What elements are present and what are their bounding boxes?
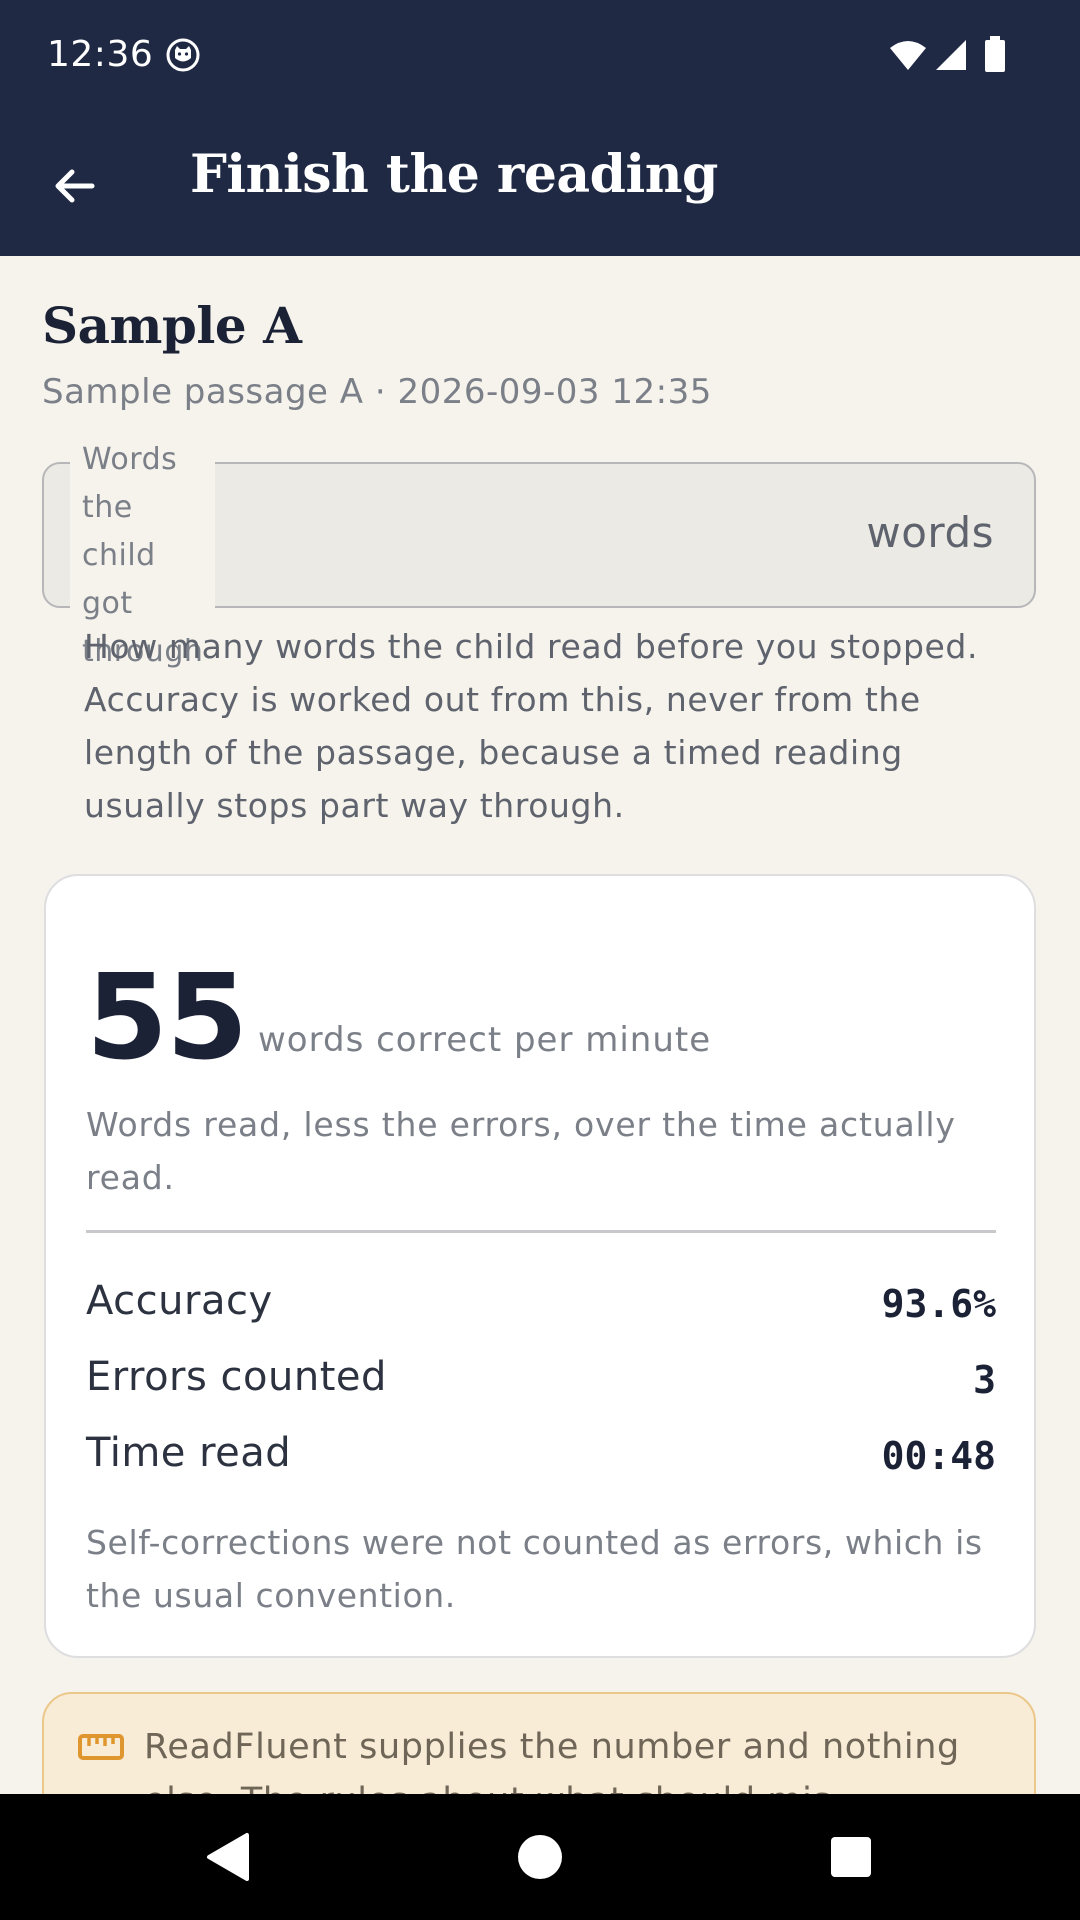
- back-triangle-icon: [207, 1833, 249, 1881]
- cat-icon: [166, 38, 200, 72]
- stat-value: 00:48: [881, 1434, 996, 1478]
- stat-row-errors: Errors counted 3: [86, 1354, 996, 1414]
- signal-icon: [936, 40, 966, 70]
- ruler-icon: [78, 1734, 124, 1760]
- stat-label: Time read: [86, 1430, 292, 1476]
- result-card: 55 words correct per minute Words read, …: [44, 874, 1036, 1658]
- words-read-suffix: words: [866, 508, 994, 557]
- battery-icon: [985, 36, 1005, 72]
- nav-home-button[interactable]: [507, 1824, 573, 1890]
- app-bar: Finish the reading: [0, 108, 1080, 256]
- nav-recents-button[interactable]: [818, 1824, 884, 1890]
- wcpm-note: Words read, less the errors, over the ti…: [86, 1105, 956, 1197]
- content-scroll-area[interactable]: Sample A Sample passage A · 2026-09-03 1…: [0, 256, 1080, 1794]
- wcpm-unit: words correct per minute: [258, 1020, 712, 1060]
- card-footnote: Self-corrections were not counted as err…: [86, 1523, 983, 1615]
- stat-value: 3: [973, 1358, 996, 1402]
- home-circle-icon: [518, 1835, 562, 1879]
- stat-value: 93.6%: [881, 1282, 996, 1326]
- stat-row-accuracy: Accuracy 93.6%: [86, 1278, 996, 1338]
- stat-row-time: Time read 00:48: [86, 1430, 996, 1490]
- notice-text: ReadFluent supplies the number and nothi…: [144, 1727, 960, 1794]
- notice-banner: ReadFluent supplies the number and nothi…: [42, 1692, 1036, 1794]
- nav-back-button[interactable]: [194, 1824, 260, 1890]
- system-nav-bar: [0, 1794, 1080, 1920]
- status-time: 12:36: [47, 34, 154, 75]
- stat-label: Accuracy: [86, 1278, 273, 1324]
- status-bar: 12:36: [0, 0, 1080, 108]
- recents-square-icon: [831, 1837, 871, 1877]
- page-title: Finish the reading: [190, 144, 718, 205]
- wcpm-value: 55: [86, 948, 248, 1086]
- words-read-helper: How many words the child read before you…: [84, 627, 979, 825]
- divider: [86, 1230, 996, 1233]
- wifi-icon: [890, 41, 926, 70]
- sample-meta: Sample passage A · 2026-09-03 12:35: [42, 372, 712, 412]
- back-button[interactable]: [38, 150, 110, 222]
- sample-title: Sample A: [42, 296, 302, 355]
- stat-label: Errors counted: [86, 1354, 387, 1400]
- arrow-left-icon: [55, 169, 95, 203]
